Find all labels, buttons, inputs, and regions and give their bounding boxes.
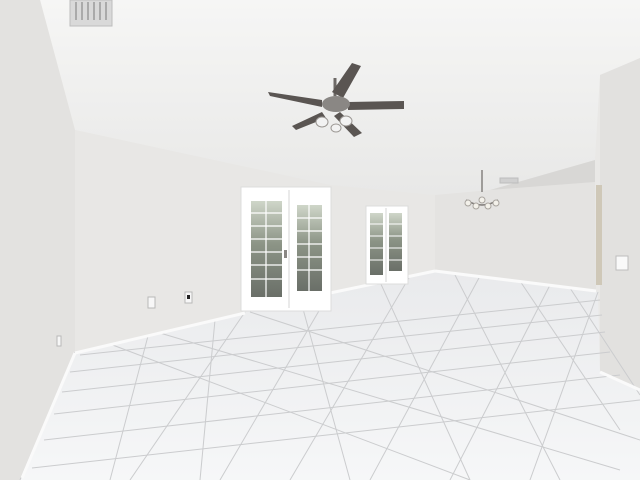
ceiling-vent [499, 177, 519, 184]
fan-blade [348, 101, 404, 110]
wall-outlet [56, 335, 62, 347]
empty-room-photo [0, 0, 640, 480]
hallway-opening [596, 185, 602, 285]
ceiling-vent [69, 0, 113, 27]
wall-outlet [147, 296, 156, 309]
french-door-right [365, 205, 409, 285]
right-wall [600, 58, 640, 390]
cable-jack [187, 295, 190, 299]
french-door-left [240, 186, 332, 312]
light-switch [615, 255, 629, 271]
